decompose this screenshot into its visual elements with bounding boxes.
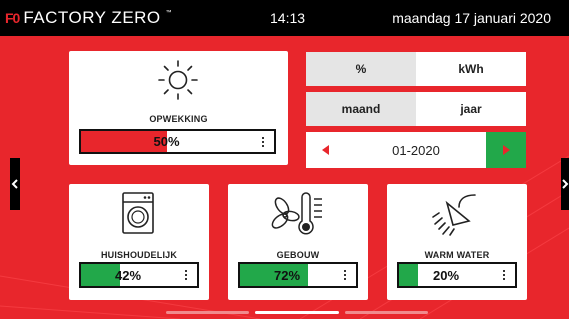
consumer-tile-building[interactable]: GEBOUW 72% [228, 184, 368, 300]
pager-dot-3[interactable] [345, 311, 428, 314]
consumer-tile-hot-water[interactable]: WARM WATER 20% [387, 184, 527, 300]
consumer-value-hot-water: 20% [432, 267, 460, 283]
production-value: 50% [153, 134, 180, 149]
consumer-value-building: 72% [273, 267, 301, 283]
shower-icon [432, 194, 476, 236]
kebab-icon [503, 270, 505, 280]
clock: 14:13 [270, 10, 306, 26]
building-menu-button[interactable] [334, 264, 356, 286]
consumer-label-household: HUISHOUDELIJK [100, 250, 178, 260]
triangle-right-icon [503, 145, 510, 155]
logo-mark: F0 [5, 10, 20, 26]
consumer-bar-hot-water: 20% [397, 262, 517, 288]
trademark: ™ [165, 10, 172, 16]
household-menu-button[interactable] [175, 264, 197, 286]
unit-toggle: % kWh [306, 52, 526, 86]
production-menu-button[interactable] [252, 131, 274, 152]
kebab-icon [344, 270, 346, 280]
previous-period-button[interactable] [306, 132, 346, 168]
chevron-right-icon [562, 179, 569, 189]
kebab-icon [185, 270, 187, 280]
hot-water-menu-button[interactable] [493, 264, 515, 286]
chevron-left-icon [11, 179, 18, 189]
sun-icon [158, 60, 198, 100]
fan-thermometer-icon [271, 192, 322, 235]
period-type-toggle: maand jaar [306, 92, 526, 126]
previous-page-button[interactable] [10, 158, 20, 210]
consumer-tile-household[interactable]: HUISHOUDELIJK 42% [69, 184, 209, 300]
next-period-button[interactable] [486, 132, 526, 168]
washing-machine-icon [122, 192, 154, 234]
dashboard-screen: F0 FACTORY ZERO ™ 14:13 maandag 17 januar… [0, 0, 569, 319]
kebab-icon [262, 136, 264, 147]
period-option-year[interactable]: jaar [416, 92, 526, 126]
unit-option-kwh[interactable]: kWh [416, 52, 526, 86]
production-label: OPWEKKING [149, 114, 208, 124]
consumer-value-household: 42% [114, 267, 142, 283]
consumer-label-building: GEBOUW [276, 250, 320, 260]
production-bar: 50% [79, 129, 276, 154]
pager-dot-1[interactable] [166, 311, 249, 314]
period-selector: 01-2020 [306, 132, 526, 168]
pager-dot-2[interactable] [255, 311, 339, 314]
factory-zero-logo: F0 FACTORY ZERO ™ [5, 8, 172, 27]
period-value: 01-2020 [392, 142, 440, 158]
current-date: maandag 17 januari 2020 [392, 10, 551, 26]
period-option-month[interactable]: maand [306, 92, 416, 126]
triangle-left-icon [322, 145, 329, 155]
next-page-button[interactable] [561, 158, 569, 210]
consumer-bar-household: 42% [79, 262, 199, 288]
unit-option-percent[interactable]: % [306, 52, 416, 86]
brand-name: FACTORY ZERO [23, 8, 161, 27]
top-bar: F0 FACTORY ZERO ™ 14:13 maandag 17 januar… [0, 0, 569, 36]
production-tile[interactable]: OPWEKKING 50% [69, 51, 288, 165]
consumer-bar-building: 72% [238, 262, 358, 288]
consumer-label-hot-water: WARM WATER [424, 250, 490, 260]
